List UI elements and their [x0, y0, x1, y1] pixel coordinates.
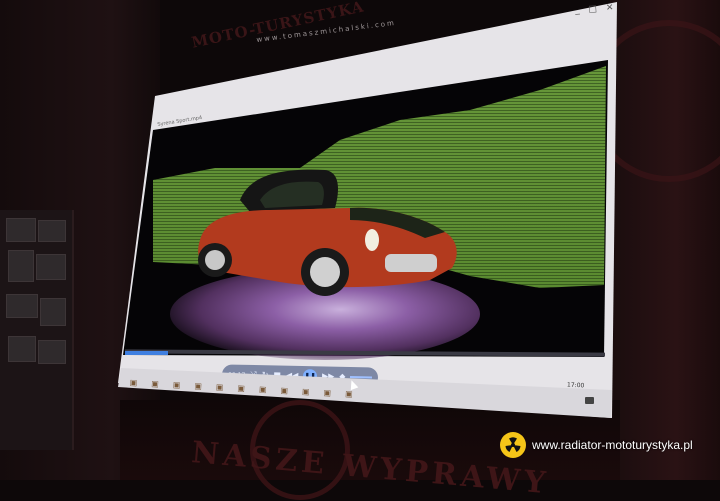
board-photo	[38, 340, 66, 364]
app-icon[interactable]: ▣	[194, 381, 216, 391]
site-badge: www.radiator-mototurystyka.pl	[500, 432, 693, 458]
app-icon[interactable]: ▣	[130, 378, 152, 388]
app-icon[interactable]: ▣	[259, 385, 281, 395]
front-wheel-rim	[310, 257, 340, 287]
app-icon[interactable]: ▣	[323, 388, 345, 398]
rear-wheel-rim	[205, 250, 225, 270]
maximize-button[interactable]: □	[588, 4, 606, 15]
close-button[interactable]: ✕	[606, 2, 623, 13]
board-photo	[6, 294, 38, 318]
app-icon[interactable]: ▣	[280, 386, 302, 396]
board-photo	[38, 220, 66, 242]
app-icon[interactable]: ▣	[216, 383, 238, 393]
board-photo	[8, 336, 36, 362]
minimize-button[interactable]: _	[575, 5, 589, 16]
site-url: www.radiator-mototurystyka.pl	[532, 438, 693, 452]
app-icon[interactable]: ▣	[173, 380, 195, 390]
photo-board	[0, 210, 74, 450]
room-wall-right	[588, 0, 720, 480]
app-icon[interactable]: ▣	[151, 379, 173, 389]
app-icon[interactable]: ▣	[237, 384, 259, 394]
tray-clock[interactable]: 17:00	[567, 382, 585, 390]
board-photo	[40, 298, 66, 326]
radiation-trefoil-icon	[500, 432, 526, 458]
front-grille	[385, 254, 437, 272]
board-photo	[36, 254, 66, 280]
action-center-icon[interactable]	[585, 397, 594, 404]
board-photo	[8, 250, 34, 282]
seek-bar-progress	[125, 351, 168, 355]
app-icon[interactable]: ▣	[302, 387, 324, 397]
app-icon[interactable]: ▣	[345, 389, 367, 399]
red-roadster-car	[198, 169, 457, 296]
board-photo	[6, 218, 36, 242]
headlight	[365, 229, 379, 251]
